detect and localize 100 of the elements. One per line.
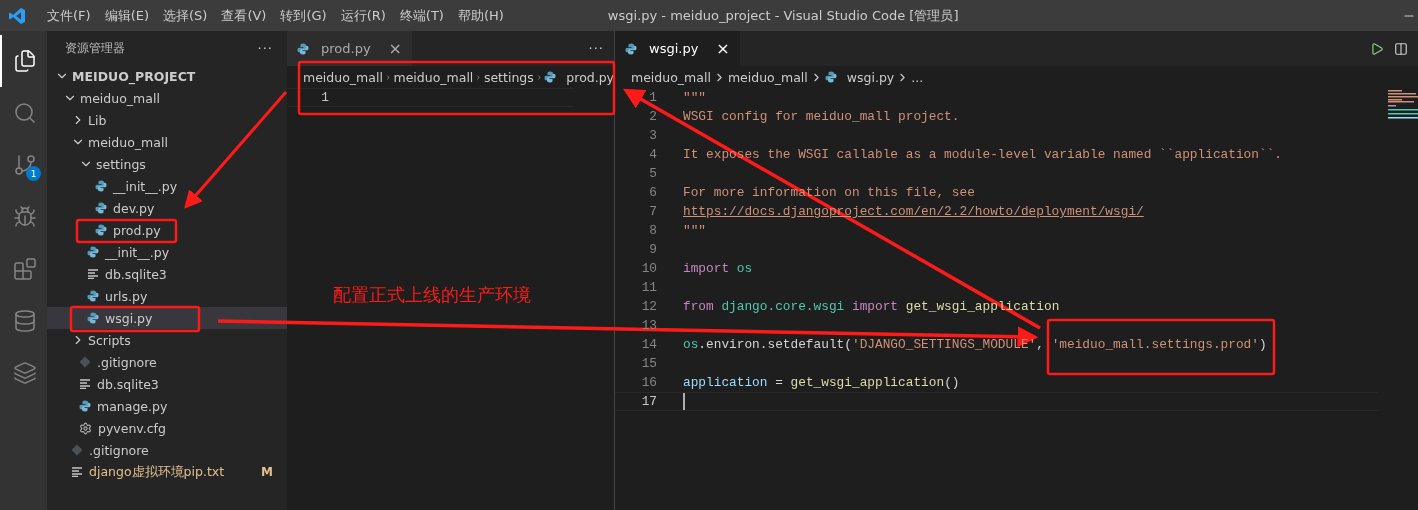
folder-item[interactable]: settings	[47, 153, 287, 175]
python-file-icon	[87, 246, 99, 258]
breadcrumb[interactable]: wsgi.py	[824, 69, 895, 85]
files-icon	[12, 49, 37, 73]
window-title: wsgi.py - meiduo_project - Visual Studio Code [管理员]	[607, 6, 959, 25]
file-name: MEIDUO_PROJECT	[72, 68, 197, 84]
breadcrumb[interactable]: settings	[483, 69, 534, 85]
line-number: 8	[648, 223, 657, 238]
breadcrumb[interactable]: meiduo_mall	[727, 69, 808, 85]
close-icon[interactable]: ×	[388, 39, 402, 58]
file-name: Scripts	[88, 332, 132, 348]
python-file-icon	[87, 290, 99, 302]
folder-item[interactable]: MEIDUO_PROJECT	[47, 65, 287, 87]
line-number: 15	[640, 356, 657, 371]
file-name: .gitignore	[97, 354, 158, 370]
editor-tab[interactable]: prod.py ×	[287, 31, 412, 66]
python-file-icon	[297, 42, 309, 55]
file-item[interactable]: __init__.py	[47, 175, 287, 197]
menu-item[interactable]: 终端(T)	[392, 6, 451, 25]
line-number: 7	[648, 204, 657, 219]
file-item[interactable]: django虚拟环境pip.txt M	[47, 461, 287, 483]
breadcrumb[interactable]: meiduo_mall	[393, 69, 474, 85]
file-item[interactable]: urls.py	[47, 285, 287, 307]
code-text: =	[774, 375, 784, 390]
split-editor-icon[interactable]	[1394, 41, 1408, 56]
line-number: 14	[640, 337, 657, 352]
menu-item[interactable]: 帮助(H)	[450, 6, 511, 25]
file-name: .gitignore	[89, 442, 150, 458]
line-number: 2	[648, 109, 657, 124]
file-item[interactable]: __init__.py	[47, 241, 287, 263]
file-name: Lib	[88, 112, 108, 128]
code-text: 'DJANGO_SETTINGS_MODULE'	[851, 337, 1037, 352]
code-text: import	[850, 299, 899, 314]
database-icon	[12, 309, 37, 333]
file-item[interactable]: .gitignore	[47, 351, 287, 373]
line-number: 1	[320, 90, 329, 105]
modified-label: M	[261, 465, 273, 479]
python-file-icon	[544, 71, 557, 83]
menu-item[interactable]: 转到(G)	[273, 6, 334, 25]
file-name: wsgi.py	[105, 310, 154, 326]
annotation-note: 配置正式上线的生产环境	[333, 283, 531, 307]
file-name: manage.py	[97, 398, 169, 414]
source-control-icon	[12, 153, 37, 177]
activity-button[interactable]: 1	[0, 139, 47, 191]
file-name: prod.py	[113, 222, 162, 238]
folder-item[interactable]: Lib	[47, 109, 287, 131]
file-item[interactable]: manage.py	[47, 395, 287, 417]
code-text: WSGI config for meiduo_mall project.	[683, 109, 960, 124]
breadcrumb[interactable]: prod.py	[544, 69, 614, 85]
python-file-icon	[824, 71, 837, 83]
file-item[interactable]: db.sqlite3	[47, 373, 287, 395]
python-file-icon	[79, 400, 91, 412]
folder-item[interactable]: Scripts	[47, 329, 287, 351]
breadcrumb[interactable]: meiduo_mall	[303, 69, 383, 85]
menu-item[interactable]: 编辑(E)	[97, 6, 156, 25]
line-number: 12	[640, 299, 657, 314]
line-number: 6	[648, 185, 657, 200]
file-name: urls.py	[105, 288, 149, 304]
file-item[interactable]: pyvenv.cfg	[47, 417, 287, 439]
more-button[interactable]: ···	[257, 40, 273, 56]
layers-icon	[12, 361, 37, 385]
menu-item[interactable]: 文件(F)	[40, 6, 98, 25]
folder-item[interactable]: meiduo_mall	[47, 87, 287, 109]
git-file-icon	[71, 444, 83, 456]
folder-item[interactable]: meiduo_mall	[47, 131, 287, 153]
line-number: 16	[640, 375, 657, 390]
code-text: import	[683, 261, 730, 276]
line-number: 1	[648, 90, 657, 105]
file-name: pyvenv.cfg	[98, 420, 167, 436]
line-number: 4	[648, 147, 657, 162]
run-icon	[12, 205, 37, 229]
file-item[interactable]: dev.py	[47, 197, 287, 219]
menu-item[interactable]: 选择(S)	[156, 6, 215, 25]
count-badge: 1	[26, 166, 41, 181]
line-number: 11	[640, 280, 657, 295]
file-item[interactable]: prod.py	[47, 219, 287, 241]
file-item[interactable]: db.sqlite3	[47, 263, 287, 285]
menu-item[interactable]: 查看(V)	[214, 6, 274, 25]
code-text: application	[683, 375, 768, 390]
line-number: 9	[648, 242, 657, 257]
breadcrumb[interactable]: meiduo_mall	[631, 69, 711, 85]
file-name: db.sqlite3	[105, 266, 168, 282]
sidebar-title: 资源管理器	[65, 40, 125, 56]
breadcrumb[interactable]: ...	[911, 69, 924, 85]
line-number: 17	[640, 394, 657, 409]
file-name: meiduo_mall	[80, 90, 161, 106]
close-icon[interactable]: ×	[716, 39, 730, 58]
app-logo-icon	[8, 6, 26, 25]
line-number: 10	[640, 261, 657, 276]
code-text: from	[683, 299, 714, 314]
git-file-icon	[79, 356, 91, 368]
file-name: dev.py	[113, 200, 156, 216]
run-icon[interactable]	[1370, 41, 1384, 56]
menu-item[interactable]: 运行(R)	[333, 6, 393, 25]
gear-icon	[79, 421, 92, 435]
editor-tab[interactable]: wsgi.py ×	[615, 31, 740, 66]
more-button[interactable]: ···	[588, 41, 604, 56]
code-text: """	[683, 223, 707, 238]
file-item[interactable]: .gitignore	[47, 439, 287, 461]
text-file-icon	[87, 269, 99, 279]
